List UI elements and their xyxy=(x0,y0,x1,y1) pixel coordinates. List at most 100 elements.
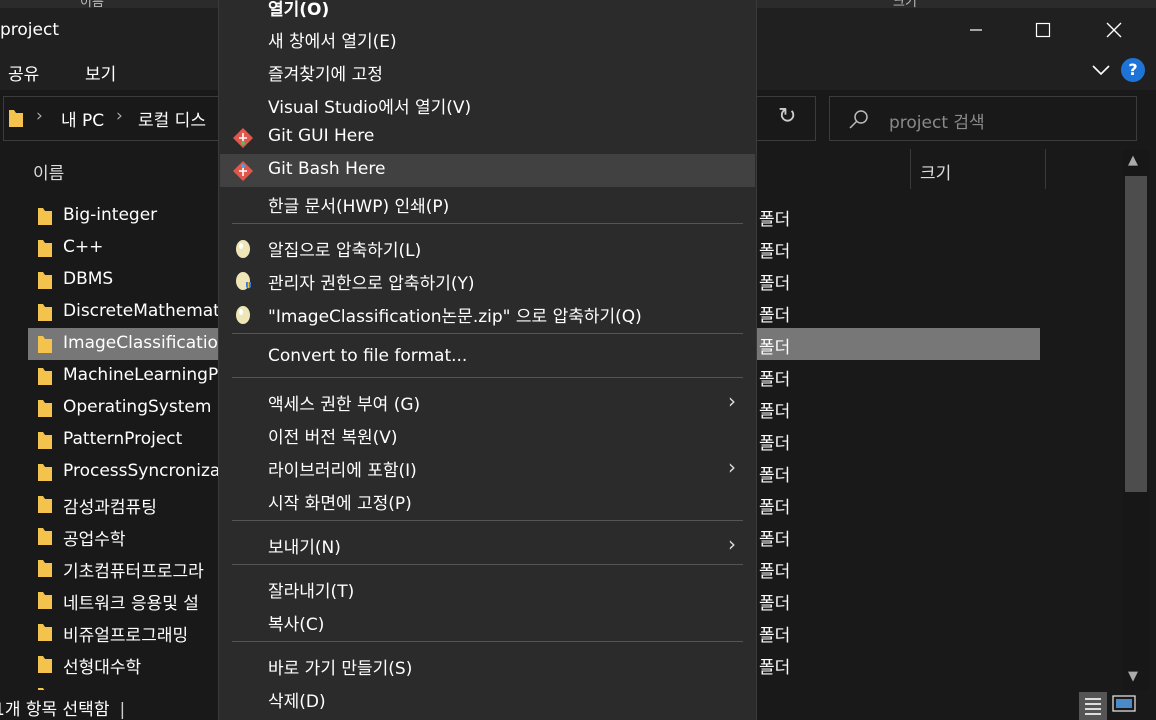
file-type: 폴더 xyxy=(759,626,791,646)
menu-separator xyxy=(232,564,743,565)
file-name: ProcessSyncronizat xyxy=(63,461,227,481)
menu-item[interactable]: Git GUI Here xyxy=(218,121,757,154)
menu-item-label: Convert to file format... xyxy=(268,346,468,366)
file-type: 폴더 xyxy=(759,466,791,486)
menu-item-label: 잘라내기(T) xyxy=(268,582,355,602)
menu-item-label: 삭제(D) xyxy=(268,692,326,712)
details-view-button[interactable] xyxy=(1079,692,1107,720)
file-name: ImageClassification xyxy=(63,333,229,353)
file-name: PatternProject xyxy=(63,429,183,449)
menu-item[interactable]: 한글 문서(HWP) 인쇄(P) xyxy=(218,187,757,220)
menu-item[interactable]: 시작 화면에 고정(P) xyxy=(218,484,757,517)
folder-icon xyxy=(37,462,53,486)
menu-separator xyxy=(232,520,743,521)
search-input[interactable]: project 검색 xyxy=(889,108,985,133)
folder-icon xyxy=(37,430,53,454)
folder-icon xyxy=(37,366,53,390)
breadcrumb-this-pc[interactable]: 내 PC xyxy=(61,106,104,131)
ribbon-tab-share[interactable]: 공유 xyxy=(8,60,39,85)
menu-item[interactable]: 즐겨찾기에 고정 xyxy=(218,55,757,88)
scroll-up-icon[interactable]: ▲ xyxy=(1128,153,1138,168)
file-type: 폴더 xyxy=(759,306,791,326)
scroll-down-icon[interactable]: ▼ xyxy=(1128,669,1138,684)
menu-item[interactable]: 열기(O) xyxy=(218,0,757,23)
folder-icon xyxy=(37,302,53,326)
breadcrumb-local-disk[interactable]: 로컬 디스 xyxy=(138,106,206,131)
menu-item[interactable]: Visual Studio에서 열기(V) xyxy=(218,88,757,121)
window-title: project xyxy=(0,20,60,40)
column-divider[interactable] xyxy=(910,149,911,189)
alzip-icon xyxy=(232,303,254,325)
menu-item-label: 복사(C) xyxy=(268,615,325,635)
file-name: 비쥬얼프로그래밍 xyxy=(63,626,189,646)
large-icons-view-button[interactable] xyxy=(1112,694,1138,718)
menu-item[interactable]: 복사(C) xyxy=(218,605,757,638)
file-name: 공업수학 xyxy=(63,530,126,550)
chevron-down-icon xyxy=(1092,65,1110,76)
file-type: 폴더 xyxy=(759,594,791,614)
menu-item[interactable]: 보내기(N) › xyxy=(218,528,757,561)
refresh-icon[interactable]: ↻ xyxy=(778,104,796,129)
file-name: 선형대수학 xyxy=(63,658,142,678)
minimize-icon xyxy=(970,29,982,31)
folder-icon xyxy=(37,270,53,294)
scrollbar-thumb[interactable] xyxy=(1125,176,1147,492)
column-header-name[interactable]: 이름 xyxy=(33,159,64,184)
column-header-size[interactable]: 크기 xyxy=(920,159,951,184)
file-type: 폴더 xyxy=(759,338,791,358)
menu-item[interactable]: Git Bash Here xyxy=(218,154,757,187)
menu-item-label: 시작 화면에 고정(P) xyxy=(268,494,412,514)
menu-item-label: Git Bash Here xyxy=(268,159,386,179)
file-type: 폴더 xyxy=(759,242,791,262)
menu-item[interactable]: 삭제(D) xyxy=(218,682,757,715)
file-type: 폴더 xyxy=(759,210,791,230)
menu-item[interactable]: 이전 버전 복원(V) xyxy=(218,418,757,451)
chevron-right-icon[interactable]: › xyxy=(36,106,43,126)
file-type: 폴더 xyxy=(759,530,791,550)
menu-item-label: 즐겨찾기에 고정 xyxy=(268,65,383,85)
folder-icon xyxy=(37,558,53,582)
folder-icon xyxy=(8,108,24,132)
maximize-button[interactable] xyxy=(1020,8,1066,52)
file-name: C++ xyxy=(63,237,104,257)
chevron-right-icon: › xyxy=(728,455,736,479)
search-icon xyxy=(848,108,870,134)
file-type: 폴더 xyxy=(759,434,791,454)
menu-item[interactable]: 알집으로 압축하기(L) xyxy=(218,231,757,264)
close-button[interactable] xyxy=(1091,8,1137,52)
menu-separator xyxy=(232,223,743,224)
menu-item[interactable]: Convert to file format... xyxy=(218,341,757,374)
menu-item-label: 알집으로 압축하기(L) xyxy=(268,241,422,261)
file-name: DBMS xyxy=(63,269,114,289)
minimize-button[interactable] xyxy=(953,8,999,52)
menu-item-label: Git GUI Here xyxy=(268,126,375,146)
menu-separator xyxy=(232,377,743,378)
folder-icon xyxy=(37,622,53,646)
file-type: 폴더 xyxy=(759,274,791,294)
menu-item-label: "ImageClassification논문.zip" 으로 압축하기(Q) xyxy=(268,307,642,327)
menu-item[interactable]: 잘라내기(T) xyxy=(218,572,757,605)
menu-item[interactable]: "ImageClassification논문.zip" 으로 압축하기(Q) xyxy=(218,297,757,330)
file-name: OperatingSystem xyxy=(63,397,212,417)
menu-item[interactable]: 액세스 권한 부여 (G) › xyxy=(218,385,757,418)
maximize-icon xyxy=(1035,22,1051,38)
chevron-right-icon: › xyxy=(728,532,736,556)
menu-item[interactable]: 새 창에서 열기(E) xyxy=(218,22,757,55)
details-view-icon xyxy=(1085,698,1101,715)
folder-icon xyxy=(37,334,53,358)
file-name: 네트워크 응용및 설 xyxy=(63,594,199,614)
git-gui-icon xyxy=(232,127,254,149)
file-type: 폴더 xyxy=(759,658,791,678)
help-button[interactable]: ? xyxy=(1121,58,1145,82)
column-divider[interactable] xyxy=(1045,149,1046,189)
menu-separator xyxy=(232,333,743,334)
close-icon xyxy=(1106,22,1122,38)
ribbon-expand-button[interactable] xyxy=(1091,60,1111,84)
large-icons-view-icon xyxy=(1112,695,1136,712)
selection-count: 1개 항목 선택함 xyxy=(0,700,110,720)
menu-item[interactable]: 관리자 권한으로 압축하기(Y) xyxy=(218,264,757,297)
menu-item[interactable]: 라이브러리에 포함(I) › xyxy=(218,451,757,484)
chevron-right-icon[interactable]: › xyxy=(116,106,123,126)
ribbon-tab-view[interactable]: 보기 xyxy=(85,60,116,85)
menu-item[interactable]: 바로 가기 만들기(S) xyxy=(218,649,757,682)
